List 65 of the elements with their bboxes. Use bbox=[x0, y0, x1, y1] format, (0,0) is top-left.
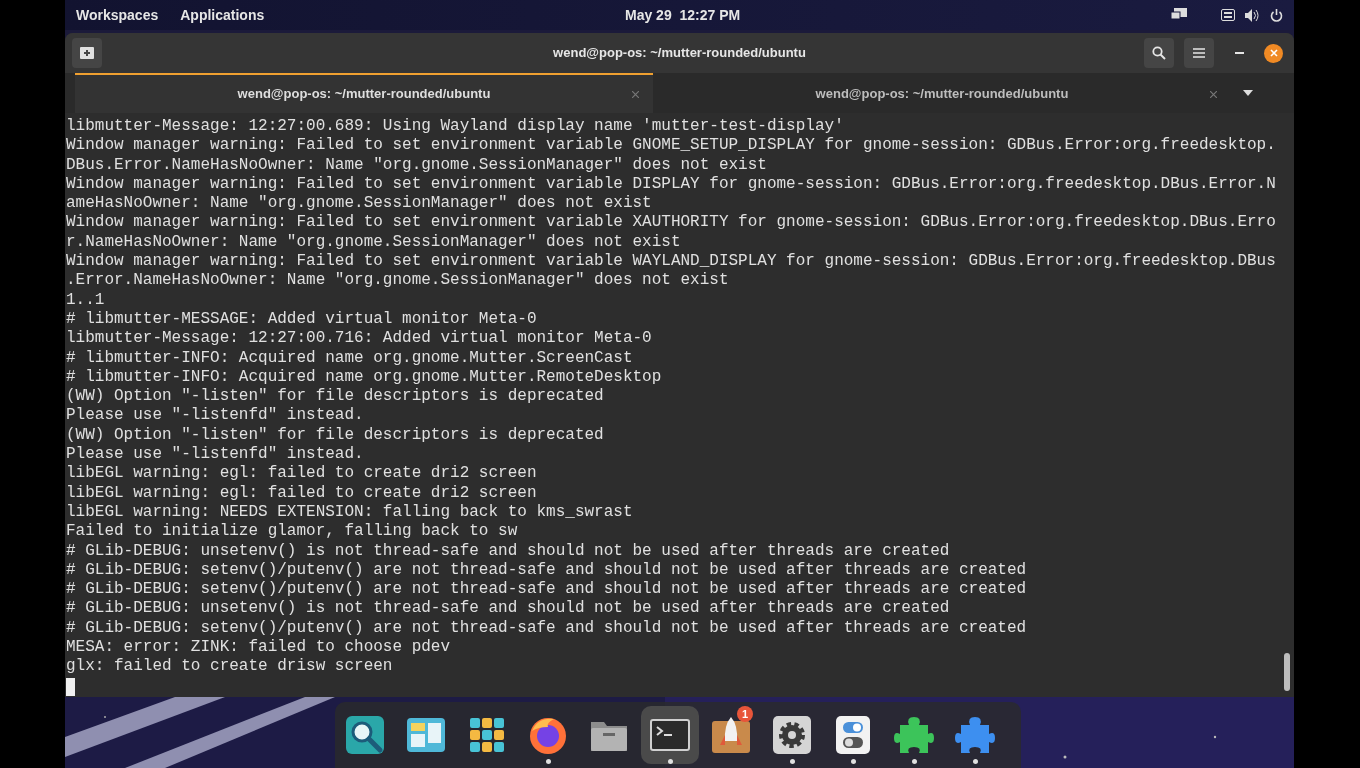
running-indicator bbox=[667, 759, 673, 764]
terminal-line: (WW) Option "-listen" for file descriptors is deprecated bbox=[66, 387, 604, 407]
running-indicator bbox=[789, 759, 795, 764]
power-icon[interactable] bbox=[1270, 8, 1283, 22]
terminal-line: Window manager warning: Failed to set environment variable WAYLAND_DISPLAY for gnome-session: GDBus.Error:org.freedesktop.DBus bbox=[66, 252, 1276, 272]
close-button[interactable] bbox=[1264, 43, 1283, 63]
terminal-line: # GLib-DEBUG: setenv()/putenv() are not thread-safe and should not be used after threads are created bbox=[66, 580, 1027, 600]
terminal-line: libEGL warning: egl: failed to create dri2 screen bbox=[66, 483, 537, 503]
running-indicator bbox=[545, 759, 551, 764]
volume-icon[interactable] bbox=[1245, 8, 1260, 22]
terminal-line: Please use "-listenfd" instead. bbox=[66, 406, 364, 426]
running-indicator bbox=[972, 759, 978, 764]
text-cursor bbox=[66, 677, 75, 696]
terminal-line: libmutter-Message: 12:27:00.689: Using Wayland display name 'mutter-test-display' bbox=[66, 117, 844, 137]
tab-label: wend@pop-os: ~/mutter-rounded/ubuntu bbox=[815, 85, 1069, 104]
terminal-line: MESA: error: ZINK: failed to choose pdev bbox=[66, 638, 451, 658]
minimize-icon bbox=[1234, 52, 1244, 54]
settings-icon bbox=[770, 713, 814, 757]
search-button[interactable] bbox=[1144, 38, 1174, 68]
terminal-line: DBus.Error.NameHasNoOwner: Name "org.gnome.SessionManager" does not exist bbox=[66, 155, 767, 175]
terminal-line: libEGL warning: NEEDS EXTENSION: falling back to kms_swrast bbox=[66, 502, 633, 523]
workspaces-button[interactable]: Workspaces bbox=[76, 4, 159, 26]
menu-button[interactable] bbox=[1184, 38, 1214, 68]
tab-label: wend@pop-os: ~/mutter-rounded/ubuntu bbox=[237, 85, 491, 104]
close-icon bbox=[1269, 49, 1278, 57]
new-tab-button[interactable] bbox=[72, 38, 102, 68]
terminal-line: (WW) Option "-listen" for file descriptors is deprecated bbox=[66, 425, 604, 446]
close-icon[interactable] bbox=[632, 90, 639, 98]
terminal-line: ameHasNoOwner: Name "org.gnome.SessionManager" does not exist bbox=[66, 194, 652, 214]
scrollbar-thumb[interactable] bbox=[1284, 653, 1290, 691]
window-title: wend@pop-os: ~/mutter-rounded/ubuntu bbox=[553, 44, 806, 63]
terminal-line: 1..1 bbox=[66, 290, 105, 310]
terminal-line: .Error.NameHasNoOwner: Name "org.gnome.SessionManager" does not exist bbox=[66, 271, 729, 291]
notification-badge: 1 bbox=[737, 706, 753, 722]
dock-item[interactable] bbox=[641, 706, 699, 764]
terminal-line: Window manager warning: Failed to set environment variable DISPLAY for gnome-session: GDBus.Error:org.freedesktop.DBus.Error.N bbox=[66, 174, 1276, 195]
terminal-line: Window manager warning: Failed to set environment variable GNOME_SETUP_DISPLAY for gnome-session: GDBus.Error:org.freedesktop. bbox=[66, 136, 1276, 156]
menu-icon bbox=[1193, 48, 1205, 58]
tab[interactable]: wend@pop-os: ~/mutter-rounded/ubuntu bbox=[75, 73, 653, 113]
terminal-line: Please use "-listenfd" instead. bbox=[66, 445, 364, 465]
clock[interactable]: May 29 12:27 PM bbox=[625, 4, 741, 26]
terminal-line: # GLib-DEBUG: unsetenv() is not thread-safe and should not be used after threads are created bbox=[66, 541, 950, 561]
new-tab-icon bbox=[80, 47, 94, 59]
terminal-line: libmutter-Message: 12:27:00.716: Added virtual monitor Meta-0 bbox=[66, 329, 652, 349]
terminal-line: # libmutter-INFO: Acquired name org.gnome.Mutter.RemoteDesktop bbox=[66, 367, 662, 388]
dock-item[interactable]: 1 bbox=[709, 706, 753, 764]
terminal-line: # libmutter-INFO: Acquired name org.gnome.Mutter.ScreenCast bbox=[66, 348, 633, 368]
terminal-line: Failed to initialize glamor, falling back to sw bbox=[66, 522, 518, 542]
terminal-line: # GLib-DEBUG: setenv()/putenv() are not thread-safe and should not be used after threads are created bbox=[66, 560, 1027, 581]
keyboard-icon[interactable] bbox=[1221, 9, 1235, 21]
dropdown-caret-icon[interactable] bbox=[1243, 90, 1253, 96]
terminal-line: # libmutter-MESSAGE: Added virtual monitor Meta-0 bbox=[66, 309, 537, 330]
running-indicator bbox=[850, 759, 856, 764]
search-icon bbox=[1152, 46, 1166, 60]
search-icon bbox=[343, 713, 387, 757]
terminal-line: # GLib-DEBUG: setenv()/putenv() are not thread-safe and should not be used after threads are created bbox=[66, 618, 1027, 638]
terminal-line: Window manager warning: Failed to set environment variable XAUTHORITY for gnome-session: GDBus.Error:org.freedesktop.DBus.Erro bbox=[66, 213, 1276, 233]
screen-share-icon[interactable] bbox=[1171, 8, 1187, 22]
terminal-line: glx: failed to create drisw screen bbox=[66, 657, 393, 677]
terminal-line: # GLib-DEBUG: unsetenv() is not thread-safe and should not be used after threads are created bbox=[66, 599, 950, 619]
close-icon[interactable] bbox=[1210, 90, 1217, 98]
terminal-line: libEGL warning: egl: failed to create dri2 screen bbox=[66, 464, 537, 484]
terminal-line: r.NameHasNoOwner: Name "org.gnome.SessionManager" does not exist bbox=[66, 232, 681, 253]
applications-button[interactable]: Applications bbox=[180, 4, 265, 26]
running-indicator bbox=[911, 759, 917, 764]
